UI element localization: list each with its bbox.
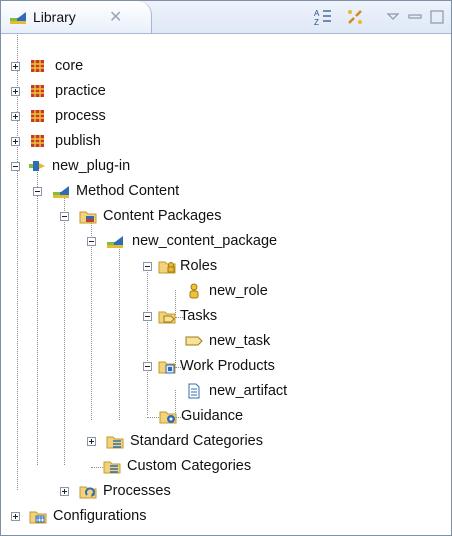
tree-guide-line (91, 467, 103, 468)
link-icon[interactable] (345, 7, 365, 27)
svg-text:A: A (314, 9, 320, 18)
svg-text:Z: Z (314, 18, 319, 27)
tree-item-practice[interactable]: practice (11, 80, 106, 102)
tree-item-tasks[interactable]: Tasks (143, 305, 217, 327)
tree-item-label: Standard Categories (130, 433, 263, 449)
package-icon (31, 85, 44, 97)
expand-icon[interactable] (60, 486, 69, 496)
collapse-icon[interactable] (87, 236, 96, 246)
tree-guide-line (119, 240, 120, 420)
tree-item-label: Roles (180, 258, 218, 274)
tree-item-label: process (55, 108, 106, 124)
tree-item-label: Work Products (180, 358, 275, 374)
tree-item-standard-categories[interactable]: Standard Categories (87, 430, 263, 452)
tree-item-guidance[interactable]: Guidance (159, 405, 243, 427)
tree-item-label: Configurations (53, 508, 147, 524)
collapse-icon[interactable] (143, 361, 152, 371)
tree-item-label: Content Packages (103, 208, 222, 224)
configurations-icon (29, 511, 47, 524)
content-package-icon (107, 236, 123, 248)
minimize-icon[interactable] (405, 7, 425, 27)
tree-item-label: Guidance (181, 408, 244, 424)
tree-guide-line (17, 35, 18, 490)
tree-item-publish[interactable]: publish (11, 130, 101, 152)
roles-folder-icon (158, 261, 176, 274)
standard-categories-icon (106, 436, 124, 449)
tree-item-configurations[interactable]: Configurations (11, 505, 147, 527)
guidance-folder-icon (159, 411, 177, 424)
collapse-icon[interactable] (143, 311, 152, 321)
tasks-folder-icon (158, 311, 176, 324)
tree-item-new-task[interactable]: new_task (185, 330, 270, 352)
tree-item-label: new_task (209, 333, 271, 349)
sort-icon[interactable]: A Z (313, 7, 333, 27)
tree-item-label: publish (55, 133, 101, 149)
custom-categories-icon (103, 461, 121, 474)
view-menu-icon[interactable] (383, 7, 403, 27)
tree-item-new-artifact[interactable]: new_artifact (185, 380, 287, 402)
package-icon (31, 135, 44, 147)
view-tab-bar: Library ✕ A Z (1, 1, 451, 34)
processes-icon (79, 486, 97, 499)
expand-icon[interactable] (11, 111, 20, 121)
task-icon (185, 336, 203, 346)
tree-item-content-packages[interactable]: Content Packages (60, 205, 222, 227)
tree-item-label: Method Content (76, 183, 180, 199)
tree-item-label: Custom Categories (127, 458, 252, 474)
collapse-icon[interactable] (11, 161, 20, 171)
tree-item-label: practice (55, 83, 106, 99)
expand-icon[interactable] (11, 136, 20, 146)
tree-item-method-content[interactable]: Method Content (33, 180, 179, 202)
collapse-icon[interactable] (143, 261, 152, 271)
tree-item-new-role[interactable]: new_role (185, 280, 268, 302)
tree-item-label: new_role (209, 283, 268, 299)
tree-item-processes[interactable]: Processes (60, 480, 171, 502)
role-icon (189, 283, 199, 299)
tree-guide-line (147, 265, 148, 415)
plugin-icon (29, 161, 45, 171)
expand-icon[interactable] (11, 61, 20, 71)
tree-guide-line (64, 190, 65, 465)
tree-guide-line (147, 417, 159, 418)
expand-icon[interactable] (11, 511, 20, 521)
tree-item-new-content-package[interactable]: new_content_package (87, 230, 277, 252)
method-content-icon (53, 186, 69, 198)
tree-guide-line (37, 165, 38, 465)
maximize-icon[interactable] (427, 7, 447, 27)
tree-item-work-products[interactable]: Work Products (143, 355, 275, 377)
collapse-icon[interactable] (33, 186, 42, 196)
tree-item-roles[interactable]: Roles (143, 255, 217, 277)
tree-item-label: new_plug-in (52, 158, 131, 174)
library-tab[interactable]: Library ✕ (1, 1, 152, 33)
library-tree: core practice process publish new_plug-i… (1, 35, 451, 535)
tree-item-custom-categories[interactable]: Custom Categories (103, 455, 251, 477)
tree-item-process[interactable]: process (11, 105, 106, 127)
library-icon (10, 12, 26, 24)
expand-icon[interactable] (87, 436, 96, 446)
package-icon (31, 110, 44, 122)
tree-item-label: Tasks (180, 308, 218, 324)
artifact-icon (188, 383, 200, 399)
collapse-icon[interactable] (60, 211, 69, 221)
content-packages-icon (79, 211, 97, 224)
library-tab-label: Library (33, 9, 76, 25)
tree-item-label: Processes (103, 483, 171, 499)
close-icon[interactable]: ✕ (109, 7, 122, 27)
tree-item-label: new_artifact (209, 383, 288, 399)
tree-item-new-plug-in[interactable]: new_plug-in (11, 155, 130, 177)
tree-item-label: new_content_package (132, 233, 278, 249)
package-icon (31, 60, 44, 72)
expand-icon[interactable] (11, 86, 20, 96)
work-products-folder-icon (158, 361, 176, 374)
tree-item-core[interactable]: core (11, 55, 83, 77)
library-view: Library ✕ A Z core practice process publ… (0, 0, 452, 536)
tree-item-label: core (55, 58, 84, 74)
